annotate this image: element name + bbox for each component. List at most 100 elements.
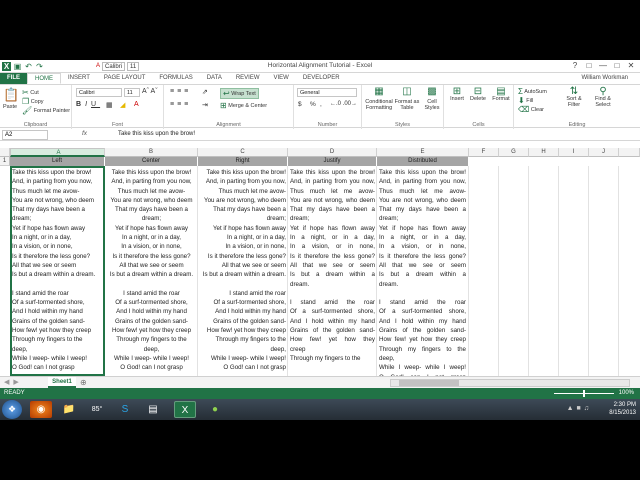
tab-data[interactable]: DATA	[200, 73, 229, 84]
tab-review[interactable]: REVIEW	[229, 73, 267, 84]
user-name[interactable]: William Workman	[581, 73, 628, 84]
paste-button[interactable]: 📋	[3, 88, 19, 102]
comma-button[interactable]: ,	[320, 101, 322, 108]
paste-label[interactable]: Paste	[3, 104, 17, 110]
header-cell-justify[interactable]: Justify	[288, 157, 377, 166]
bold-icon[interactable]: B	[76, 101, 85, 108]
cell-b2-center-aligned[interactable]: Take this kiss upon the brow! And, in par…	[105, 166, 198, 376]
file-explorer-icon[interactable]: 📁	[58, 401, 80, 418]
scrollbar-thumb[interactable]	[399, 380, 459, 386]
cell-c2-right-aligned[interactable]: Take this kiss upon the brow! And, in par…	[198, 166, 288, 376]
wrap-text-button[interactable]: ↩ Wrap Text	[220, 88, 259, 99]
column-header-c[interactable]: C	[198, 148, 288, 157]
empty-column-f[interactable]	[469, 166, 499, 376]
header-cell-center[interactable]: Center	[105, 157, 198, 166]
column-header-h[interactable]: H	[529, 148, 559, 157]
row-header-1[interactable]: 1	[0, 157, 10, 166]
skype-icon[interactable]: S	[114, 401, 136, 418]
tab-page-layout[interactable]: PAGE LAYOUT	[97, 73, 152, 84]
close-icon[interactable]: ✕	[624, 60, 638, 72]
header-cell-left[interactable]: Left	[10, 157, 105, 166]
conditional-formatting-button[interactable]: ▦	[366, 87, 392, 97]
font-size-select[interactable]: 11	[124, 88, 140, 97]
cell-d2-justified[interactable]: Take this kiss upon the brow! And, in par…	[288, 166, 377, 376]
fx-icon[interactable]: fx	[82, 130, 87, 137]
number-format-select[interactable]: General	[297, 88, 357, 97]
copy-button[interactable]: ❐ Copy	[22, 97, 44, 106]
maximize-icon[interactable]: □	[610, 60, 624, 72]
tab-insert[interactable]: INSERT	[61, 73, 97, 84]
indent-icon[interactable]: ⇥	[202, 101, 208, 109]
merge-center-button[interactable]: ⊞ Merge & Center	[220, 101, 267, 110]
clear-button[interactable]: ⌫ Clear	[518, 105, 544, 114]
sheet-nav-arrows-icon[interactable]: ◀▶	[4, 378, 23, 386]
zoom-level[interactable]: 100%	[619, 388, 634, 399]
name-box[interactable]: A2	[2, 130, 48, 140]
cut-button[interactable]: ✂ Cut	[22, 88, 39, 97]
zoom-slider-thumb[interactable]	[583, 390, 585, 397]
formula-input[interactable]: Take this kiss upon the brow!	[118, 130, 195, 140]
clock[interactable]: 2:30 PM 8/15/2013	[609, 401, 636, 417]
format-painter-button[interactable]: 🖌 Format Painter	[22, 106, 70, 115]
find-select-button[interactable]: ⚲ Find & Select	[590, 87, 616, 109]
sheet-tab-sheet1[interactable]: Sheet1	[48, 377, 76, 388]
ribbon-display-icon[interactable]: □	[582, 60, 596, 72]
help-icon[interactable]: ?	[568, 60, 582, 72]
weather-gadget[interactable]: 85°	[86, 401, 108, 418]
orientation-icon[interactable]: ⇗	[202, 88, 208, 96]
underline-icon[interactable]: U	[91, 101, 100, 108]
fill-color-icon[interactable]: ◢	[120, 101, 125, 109]
empty-column-h[interactable]	[529, 166, 559, 376]
horizontal-scrollbar[interactable]	[390, 379, 630, 387]
format-as-table-label[interactable]: Format as Table	[394, 99, 420, 111]
tab-formulas[interactable]: FORMULAS	[152, 73, 199, 84]
empty-column-i[interactable]	[559, 166, 589, 376]
system-tray-icons[interactable]: ▲■♫	[567, 405, 592, 412]
insert-button[interactable]: ⊞ Insert	[448, 87, 466, 103]
column-header-b[interactable]: B	[105, 148, 198, 157]
empty-column-g[interactable]	[499, 166, 529, 376]
add-sheet-icon[interactable]: ⊕	[80, 377, 87, 388]
tab-home[interactable]: HOME	[27, 73, 61, 84]
firefox-icon[interactable]: ◉	[30, 401, 52, 418]
format-button[interactable]: ▤ Format	[490, 87, 512, 103]
snagit-icon[interactable]: ●	[204, 401, 226, 418]
cell-styles-button[interactable]: ▩	[422, 87, 442, 97]
cell-e2-distributed[interactable]: Take this kiss upon the brow! And, in par…	[377, 166, 469, 376]
tab-view[interactable]: VIEW	[267, 73, 296, 84]
header-cell-distributed[interactable]: Distributed	[377, 157, 469, 166]
column-header-d[interactable]: D	[288, 148, 377, 157]
sort-filter-button[interactable]: ⇅ Sort & Filter	[562, 87, 586, 109]
conditional-formatting-label[interactable]: Conditional Formatting	[362, 99, 396, 111]
vertical-align-icons[interactable]: ≡≡≡	[170, 88, 191, 95]
fill-button[interactable]: ⬇ Fill	[518, 96, 533, 105]
column-header-f[interactable]: F	[469, 148, 499, 157]
excel-taskbar-icon[interactable]: X	[174, 401, 196, 418]
media-icon[interactable]: ▤	[142, 401, 164, 418]
delete-button[interactable]: ⊟ Delete	[468, 87, 488, 103]
font-color-icon-ribbon[interactable]: A	[134, 101, 139, 108]
column-header-e[interactable]: E	[377, 148, 469, 157]
column-header-i[interactable]: I	[559, 148, 589, 157]
tab-file[interactable]: FILE	[0, 73, 27, 84]
start-button[interactable]: ❖	[2, 400, 22, 419]
zoom-slider[interactable]	[554, 390, 614, 397]
header-cell-right[interactable]: Right	[198, 157, 288, 166]
format-as-table-button[interactable]: ◫	[396, 87, 418, 97]
empty-column-j[interactable]	[589, 166, 619, 376]
font-name-select[interactable]: Calibri	[76, 88, 122, 97]
tab-developer[interactable]: DEVELOPER	[296, 73, 347, 84]
column-header-extra[interactable]	[619, 148, 640, 157]
cell-a2-left-aligned[interactable]: Take this kiss upon the brow! And, in par…	[10, 166, 105, 376]
font-style-buttons[interactable]: BIU	[76, 101, 100, 108]
percent-button[interactable]: %	[310, 101, 316, 108]
decimal-icons[interactable]: ←.0 .00→	[330, 101, 357, 107]
border-icon[interactable]: ▦	[106, 101, 113, 109]
autosum-button[interactable]: Σ AutoSum	[518, 87, 547, 96]
cell-styles-label[interactable]: Cell Styles	[420, 99, 444, 111]
font-grow-icon[interactable]: Aˆ Aˇ	[142, 88, 158, 95]
column-header-a[interactable]: A	[10, 148, 105, 157]
horizontal-align-icons[interactable]: ≡≡≡	[170, 101, 191, 108]
minimize-icon[interactable]: —	[596, 60, 610, 72]
worksheet-grid[interactable]: A B C D E F G H I J 1 Left Center Right …	[0, 148, 640, 376]
